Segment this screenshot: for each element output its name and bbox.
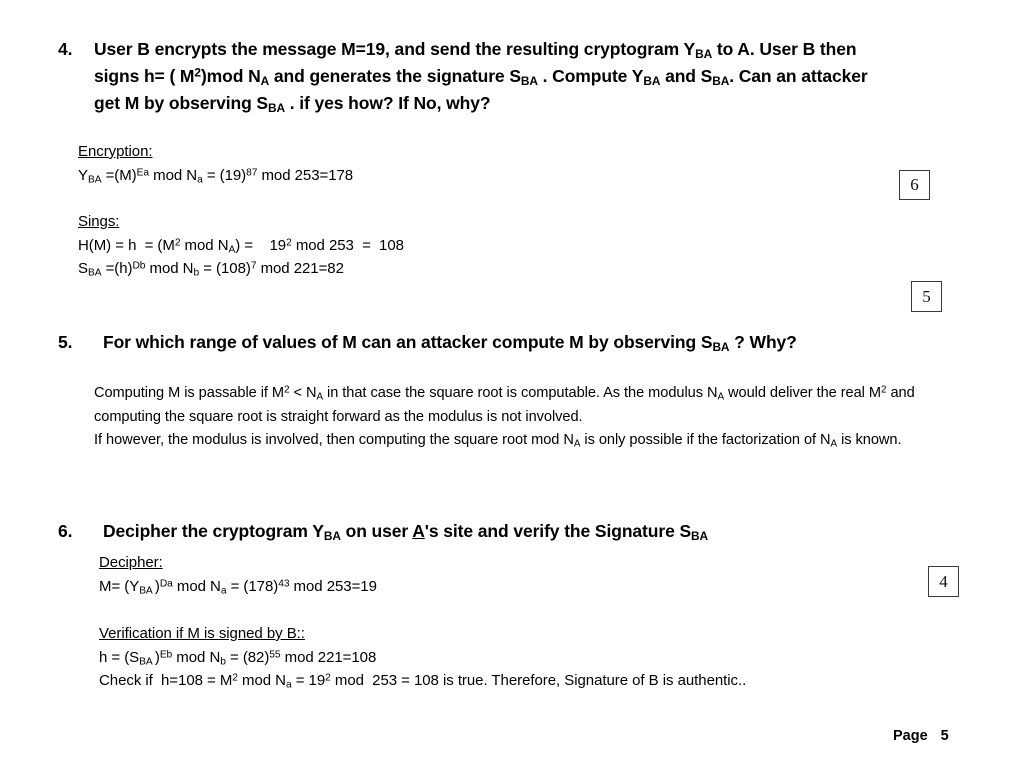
- mark-box-score: 6: [899, 170, 930, 200]
- a5p2-part-b: is only possible if the factorization of…: [580, 432, 831, 448]
- q5-part-2: ? Why?: [729, 332, 797, 352]
- decipher-block: Decipher: M= (YBA )Da mod Na = (178)43 m…: [99, 551, 659, 598]
- verification-formula-h: h = (SBA )Eb mod Nb = (82)55 mod 221=108: [99, 646, 899, 670]
- q4-sub-2: A: [260, 73, 270, 88]
- dec-sup-b: Da: [159, 577, 173, 589]
- sign2-part-c: mod N: [145, 260, 194, 277]
- q5-sub-1: BA: [712, 339, 730, 354]
- ver1-sub-a: BA: [139, 656, 155, 668]
- q4-sub-4: BA: [643, 73, 661, 88]
- q4-part-4: and generates the signature S: [269, 66, 521, 86]
- q6-sub-2: BA: [691, 528, 709, 543]
- a5p1-part-d: would deliver the real M: [724, 385, 881, 401]
- sign1-part-d: mod 253 = 108: [291, 236, 404, 254]
- enc-part-b: =(M): [101, 166, 137, 184]
- q6-sub-1: BA: [323, 528, 341, 543]
- enc-part-a: Y: [78, 166, 88, 184]
- answer-5-block: Computing M is passable if M2 < NA in th…: [94, 382, 956, 453]
- q6-underlined-user: A: [412, 521, 425, 541]
- question-5: 5. For which range of values of M can an…: [58, 329, 908, 356]
- ver1-part-e: mod 221=108: [280, 648, 377, 666]
- enc-part-e: mod 253=178: [257, 166, 354, 184]
- sign1-part-c: ) = 19: [235, 236, 287, 254]
- enc-sup-b: Ea: [136, 166, 150, 178]
- question-4: 4. User B encrypts the message M=19, and…: [58, 36, 888, 117]
- enc-sup-d: 87: [246, 166, 258, 178]
- enc-part-d: = (19): [202, 166, 247, 184]
- ver1-part-d: = (82): [225, 648, 270, 666]
- q6-part-3: 's site and verify the Signature S: [424, 521, 692, 541]
- sign2-part-e: mod 221=82: [256, 260, 344, 277]
- q4-sub-3: BA: [520, 73, 538, 88]
- ver2-part-d: mod 253 = 108 is true. Therefore, Signat…: [330, 672, 747, 689]
- mark-box-score: 4: [928, 566, 959, 597]
- mark-box-score: 5: [911, 281, 942, 312]
- q4-part-1: User B encrypts the message M=19, and se…: [94, 39, 696, 59]
- answer-5-paragraph-1: Computing M is passable if M2 < NA in th…: [94, 382, 956, 429]
- signing-block: Sings: H(M) = h = (M2 mod NA) = 192 mod …: [78, 210, 638, 281]
- question-5-number: 5.: [58, 332, 73, 352]
- q4-part-3: )mod N: [200, 66, 261, 86]
- q4-sub-1: BA: [695, 46, 713, 61]
- signing-formula-signature: SBA =(h)Db mod Nb = (108)7 mod 221=82: [78, 257, 638, 281]
- encryption-formula: YBA =(M)Ea mod Na = (19)87 mod 253=178: [78, 164, 638, 188]
- question-4-number: 4.: [58, 39, 73, 59]
- verification-block: Verification if M is signed by B:: h = (…: [99, 622, 899, 693]
- q6-part-1: Decipher the cryptogram Y: [103, 521, 324, 541]
- q5-part-1: For which range of values of M can an at…: [103, 332, 713, 352]
- verification-check: Check if h=108 = M2 mod Na = 192 mod 253…: [99, 669, 899, 693]
- ver2-part-a: Check if h=108 = M: [99, 672, 233, 689]
- sign2-part-a: S: [78, 260, 88, 277]
- verification-heading: Verification if M is signed by B::: [99, 625, 305, 642]
- encryption-block: Encryption: YBA =(M)Ea mod Na = (19)87 m…: [78, 140, 638, 187]
- page-label: Page: [893, 728, 928, 744]
- sign1-part-a: H(M) = h = (M: [78, 236, 175, 254]
- a5p2-part-c: is known.: [837, 432, 902, 448]
- ver2-part-b: mod N: [237, 672, 286, 689]
- ver1-sup-d: 55: [269, 648, 281, 660]
- question-5-text: For which range of values of M can an at…: [103, 329, 908, 356]
- dec-sup-d: 43: [278, 577, 290, 589]
- sign1-part-b: mod N: [180, 236, 229, 254]
- q4-part-5: . Compute Y: [537, 66, 644, 86]
- question-4-text: User B encrypts the message M=19, and se…: [94, 36, 888, 117]
- dec-sub-a: BA: [139, 585, 155, 597]
- page-number: 5: [940, 728, 949, 744]
- sign2-part-b: =(h): [101, 260, 133, 277]
- answer-5-paragraph-2: If however, the modulus is involved, the…: [94, 429, 956, 453]
- dec-part-d: = (178): [226, 577, 279, 595]
- q4-sub-6: BA: [268, 100, 285, 115]
- signing-heading: Sings:: [78, 213, 120, 230]
- q4-part-8: . if yes how? If No, why?: [284, 93, 491, 113]
- dec-part-e: mod 253=19: [289, 577, 377, 595]
- sign2-part-d: = (108): [199, 260, 251, 277]
- decipher-heading: Decipher:: [99, 554, 163, 571]
- sign2-sup-b: Db: [132, 260, 146, 272]
- enc-part-c: mod N: [149, 166, 198, 184]
- ver1-sup-b: Eb: [159, 648, 173, 660]
- encryption-heading: Encryption:: [78, 143, 153, 160]
- dec-part-c: mod N: [172, 577, 221, 595]
- enc-sub-a: BA: [87, 174, 102, 186]
- question-6-text: Decipher the cryptogram YBA on user A's …: [103, 518, 858, 545]
- q4-part-6: and S: [660, 66, 713, 86]
- signing-formula-hash: H(M) = h = (M2 mod NA) = 192 mod 253 = 1…: [78, 234, 638, 258]
- page-footer: Page 5: [893, 728, 949, 744]
- a5p1-part-a: Computing M is passable if M: [94, 385, 285, 401]
- question-6: 6. Decipher the cryptogram YBA on user A…: [58, 518, 858, 545]
- sign2-sub-a: BA: [87, 267, 102, 279]
- question-6-number: 6.: [58, 521, 73, 541]
- ver1-part-a: h = (S: [99, 648, 140, 666]
- decipher-formula: M= (YBA )Da mod Na = (178)43 mod 253=19: [99, 575, 659, 599]
- q4-sub-5: BA: [712, 73, 730, 88]
- ver1-part-c: mod N: [172, 648, 221, 666]
- slide-page: 4. User B encrypts the message M=19, and…: [0, 0, 1024, 768]
- q6-part-2: on user: [340, 521, 413, 541]
- a5p1-part-c: in that case the square root is computab…: [323, 385, 718, 401]
- ver2-part-c: = 19: [291, 672, 326, 689]
- a5p1-part-b: < N: [289, 385, 317, 401]
- a5p2-part-a: If however, the modulus is involved, the…: [94, 432, 574, 448]
- dec-part-a: M= (Y: [99, 577, 140, 595]
